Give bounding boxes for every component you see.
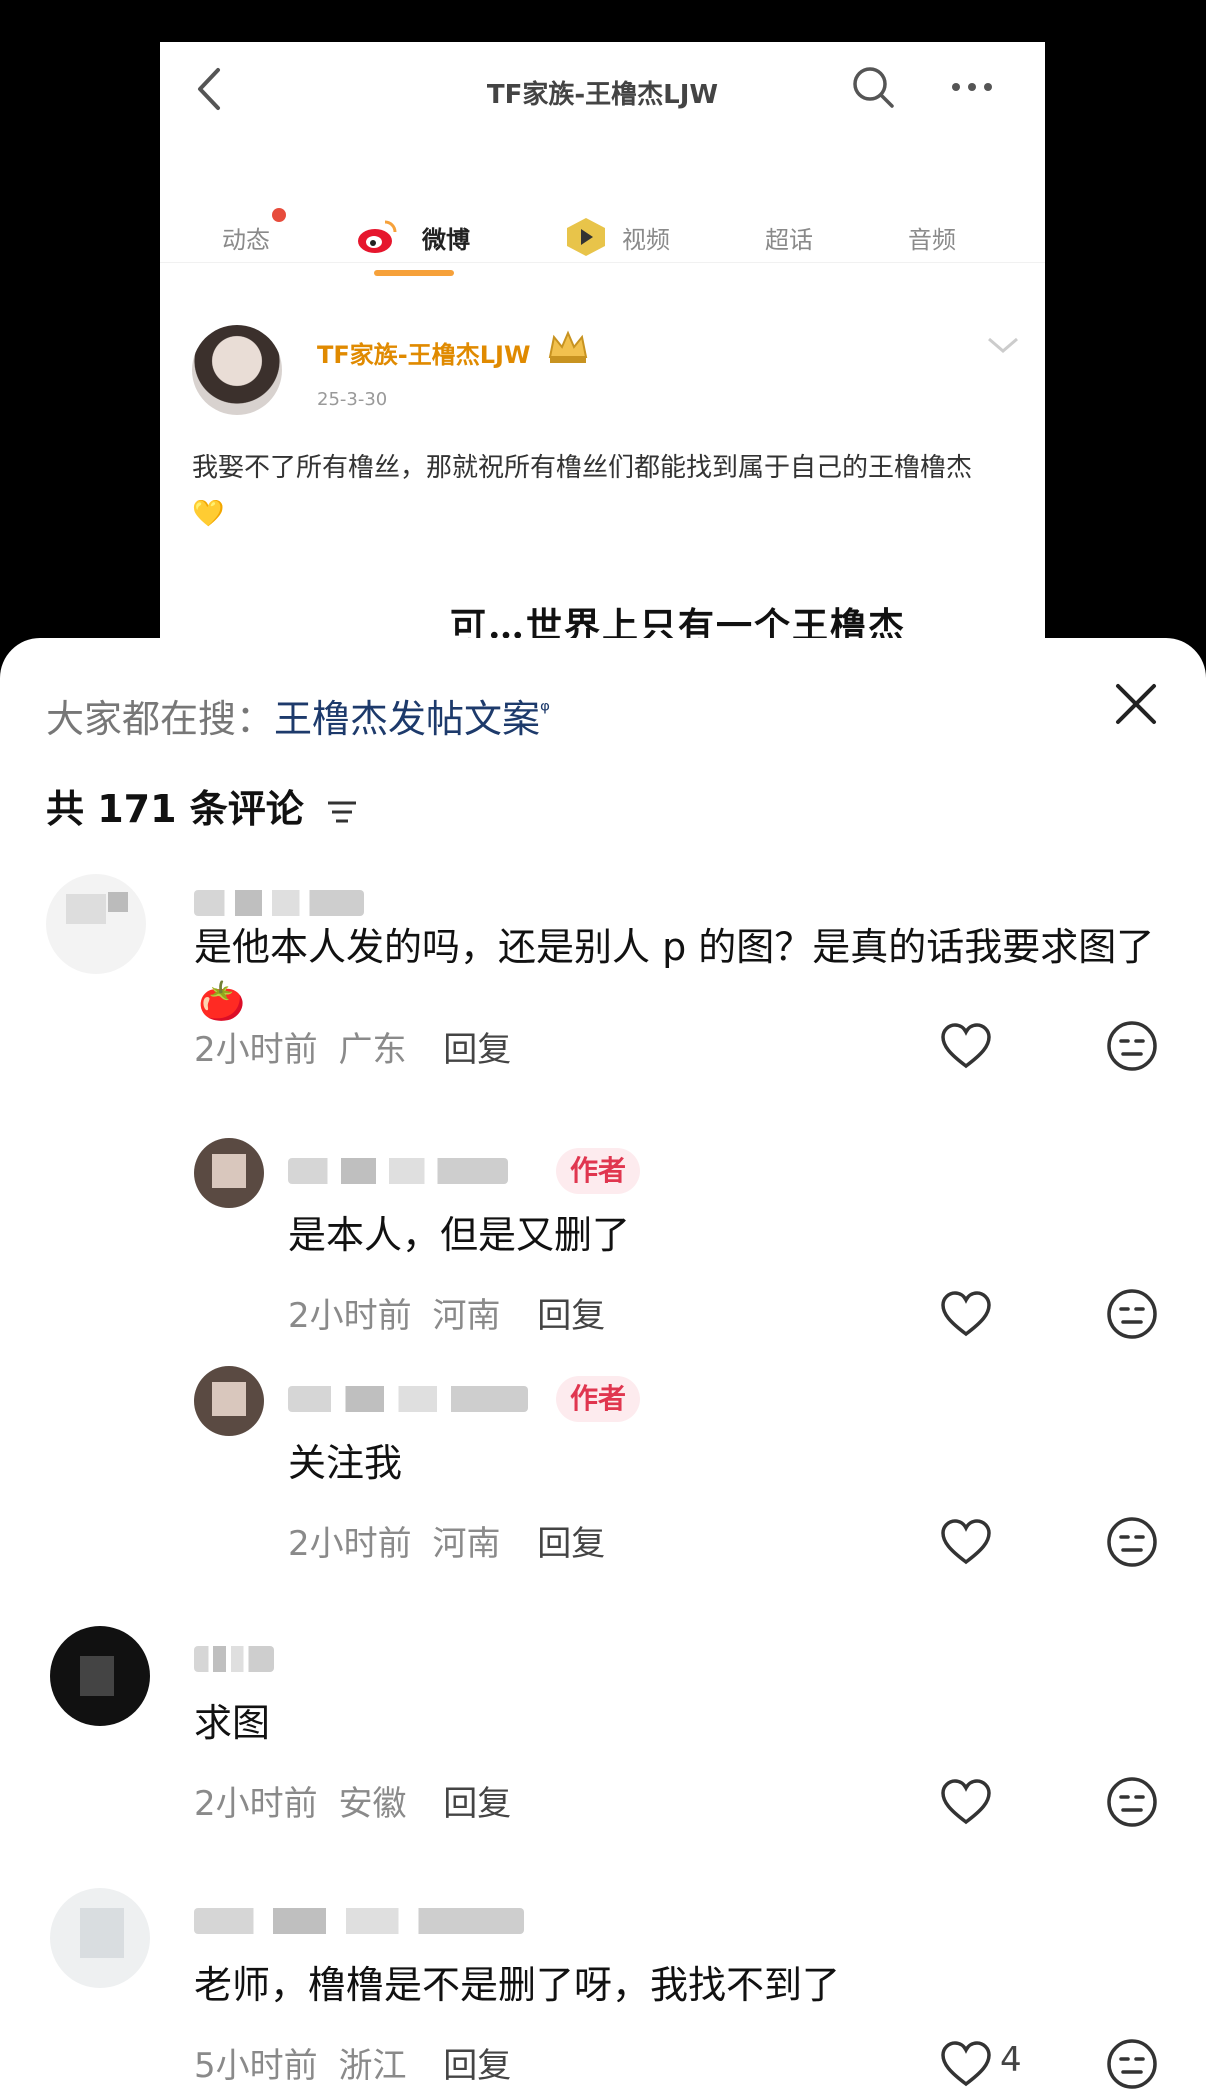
comment-meta: 5小时前 浙江 回复 bbox=[194, 2038, 511, 2087]
comment-count-label: 共 171 条评论 bbox=[46, 787, 304, 831]
username-blurred[interactable] bbox=[288, 1158, 508, 1184]
hot-search-label: 大家都在搜： bbox=[46, 697, 275, 741]
comment-text: 关注我 bbox=[288, 1441, 403, 1485]
search-icon bbox=[853, 67, 894, 108]
comment-time: 2小时前 bbox=[194, 1030, 318, 1070]
comment-meta: 2小时前 河南 回复 bbox=[288, 1516, 605, 1565]
username-blurred[interactable] bbox=[288, 1386, 528, 1412]
avatar[interactable] bbox=[194, 1138, 264, 1208]
avatar[interactable] bbox=[46, 874, 146, 974]
comment-text: 老师，橹橹是不是删了呀，我找不到了 bbox=[194, 1963, 841, 2007]
username-blurred[interactable] bbox=[194, 1646, 274, 1672]
reply-button[interactable]: 回复 bbox=[443, 1030, 511, 1070]
tab-video: 视频 bbox=[622, 226, 670, 254]
like-count: 4 bbox=[1000, 2040, 1022, 2080]
comment-meta: 2小时前 安徽 回复 bbox=[194, 1776, 511, 1825]
post-author: TF家族-王橹杰LJW bbox=[317, 341, 531, 369]
heart-icon[interactable] bbox=[940, 2040, 992, 2088]
author-badge: 作者 bbox=[556, 1376, 641, 1422]
weibo-icon bbox=[358, 220, 397, 253]
tab-audio: 音频 bbox=[908, 226, 956, 254]
dislike-face-icon[interactable] bbox=[1106, 1020, 1158, 1072]
heart-icon[interactable] bbox=[940, 1518, 992, 1566]
video-icon bbox=[567, 218, 605, 256]
comment-count: 共 171 条评论 bbox=[46, 778, 359, 833]
heart-icon[interactable] bbox=[940, 1778, 992, 1826]
screenshot-title: TF家族-王橹杰LJW bbox=[486, 80, 719, 110]
reply-button[interactable]: 回复 bbox=[443, 1784, 511, 1824]
sort-icon[interactable] bbox=[325, 797, 359, 827]
reply-button[interactable]: 回复 bbox=[537, 1524, 605, 1564]
post-text: 我娶不了所有橹丝，那就祝所有橹丝们都能找到属于自己的王橹橹杰💛 bbox=[192, 453, 973, 529]
crown-icon bbox=[548, 330, 588, 363]
comment-location: 河南 bbox=[432, 1524, 501, 1564]
author-badge: 作者 bbox=[556, 1148, 641, 1194]
comment-text: 是他本人发的吗，还是别人 p 的图？是真的话我要求图了 🍅 bbox=[194, 920, 1174, 1028]
comment-meta: 2小时前 河南 回复 bbox=[288, 1288, 605, 1337]
comment-time: 5小时前 bbox=[194, 2046, 318, 2086]
screenshot-nav-bar: TF家族-王橹杰LJW bbox=[160, 42, 1045, 137]
avatar[interactable] bbox=[194, 1366, 264, 1436]
tab-dongtai: 动态 bbox=[222, 226, 270, 254]
comment-sheet: 大家都在搜：王橹杰发帖文案ᵠ 共 171 条评论 是他本人发的吗，还是别人 p … bbox=[0, 638, 1206, 2095]
comment-text-content: 是他本人发的吗，还是别人 p 的图？是真的话我要求图了 bbox=[194, 925, 1155, 969]
comment-emoji: 🍅 bbox=[198, 979, 246, 1023]
username-blurred[interactable] bbox=[194, 1908, 524, 1934]
more-icon bbox=[952, 83, 992, 91]
comment-time: 2小时前 bbox=[288, 1296, 412, 1336]
notification-dot bbox=[272, 208, 286, 222]
post-date: 25-3-30 bbox=[317, 389, 388, 410]
search-small-icon: ᵠ bbox=[540, 696, 551, 725]
comment-text: 求图 bbox=[194, 1701, 271, 1745]
comment-time: 2小时前 bbox=[288, 1524, 412, 1564]
comment-text: 是本人，但是又删了 bbox=[288, 1213, 631, 1257]
dislike-face-icon[interactable] bbox=[1106, 1776, 1158, 1828]
tab-weibo: 微博 bbox=[422, 226, 470, 254]
hot-search-bar[interactable]: 大家都在搜：王橹杰发帖文案ᵠ bbox=[46, 688, 550, 743]
comment-location: 安徽 bbox=[338, 1784, 407, 1824]
tab-underline bbox=[374, 270, 454, 276]
dislike-face-icon[interactable] bbox=[1106, 2038, 1158, 2090]
comment-time: 2小时前 bbox=[194, 1784, 318, 1824]
comment-location: 广东 bbox=[338, 1030, 407, 1070]
comment-meta: 2小时前 广东 回复 bbox=[194, 1022, 511, 1071]
post-avatar bbox=[192, 325, 282, 415]
comment-location: 河南 bbox=[432, 1296, 501, 1336]
close-icon[interactable] bbox=[1112, 680, 1160, 728]
dislike-face-icon[interactable] bbox=[1106, 1516, 1158, 1568]
comment-location: 浙江 bbox=[338, 2046, 407, 2086]
heart-icon[interactable] bbox=[940, 1290, 992, 1338]
username-blurred[interactable] bbox=[194, 890, 364, 916]
avatar[interactable] bbox=[50, 1888, 150, 1988]
reply-button[interactable]: 回复 bbox=[537, 1296, 605, 1336]
heart-icon[interactable] bbox=[940, 1022, 992, 1070]
embedded-screenshot: TF家族-王橹杰LJW 动态 微博 视频 超话 音频 TF家族-王橹杰LJW 2… bbox=[160, 42, 1045, 662]
avatar[interactable] bbox=[50, 1626, 150, 1726]
reply-button[interactable]: 回复 bbox=[443, 2046, 511, 2086]
screenshot-tabs: 动态 微博 视频 超话 音频 bbox=[160, 182, 1045, 276]
tab-chaohua: 超话 bbox=[765, 226, 813, 254]
dislike-face-icon[interactable] bbox=[1106, 1288, 1158, 1340]
hot-search-keyword[interactable]: 王橹杰发帖文案 bbox=[274, 697, 540, 741]
chevron-down-icon bbox=[988, 337, 1018, 353]
